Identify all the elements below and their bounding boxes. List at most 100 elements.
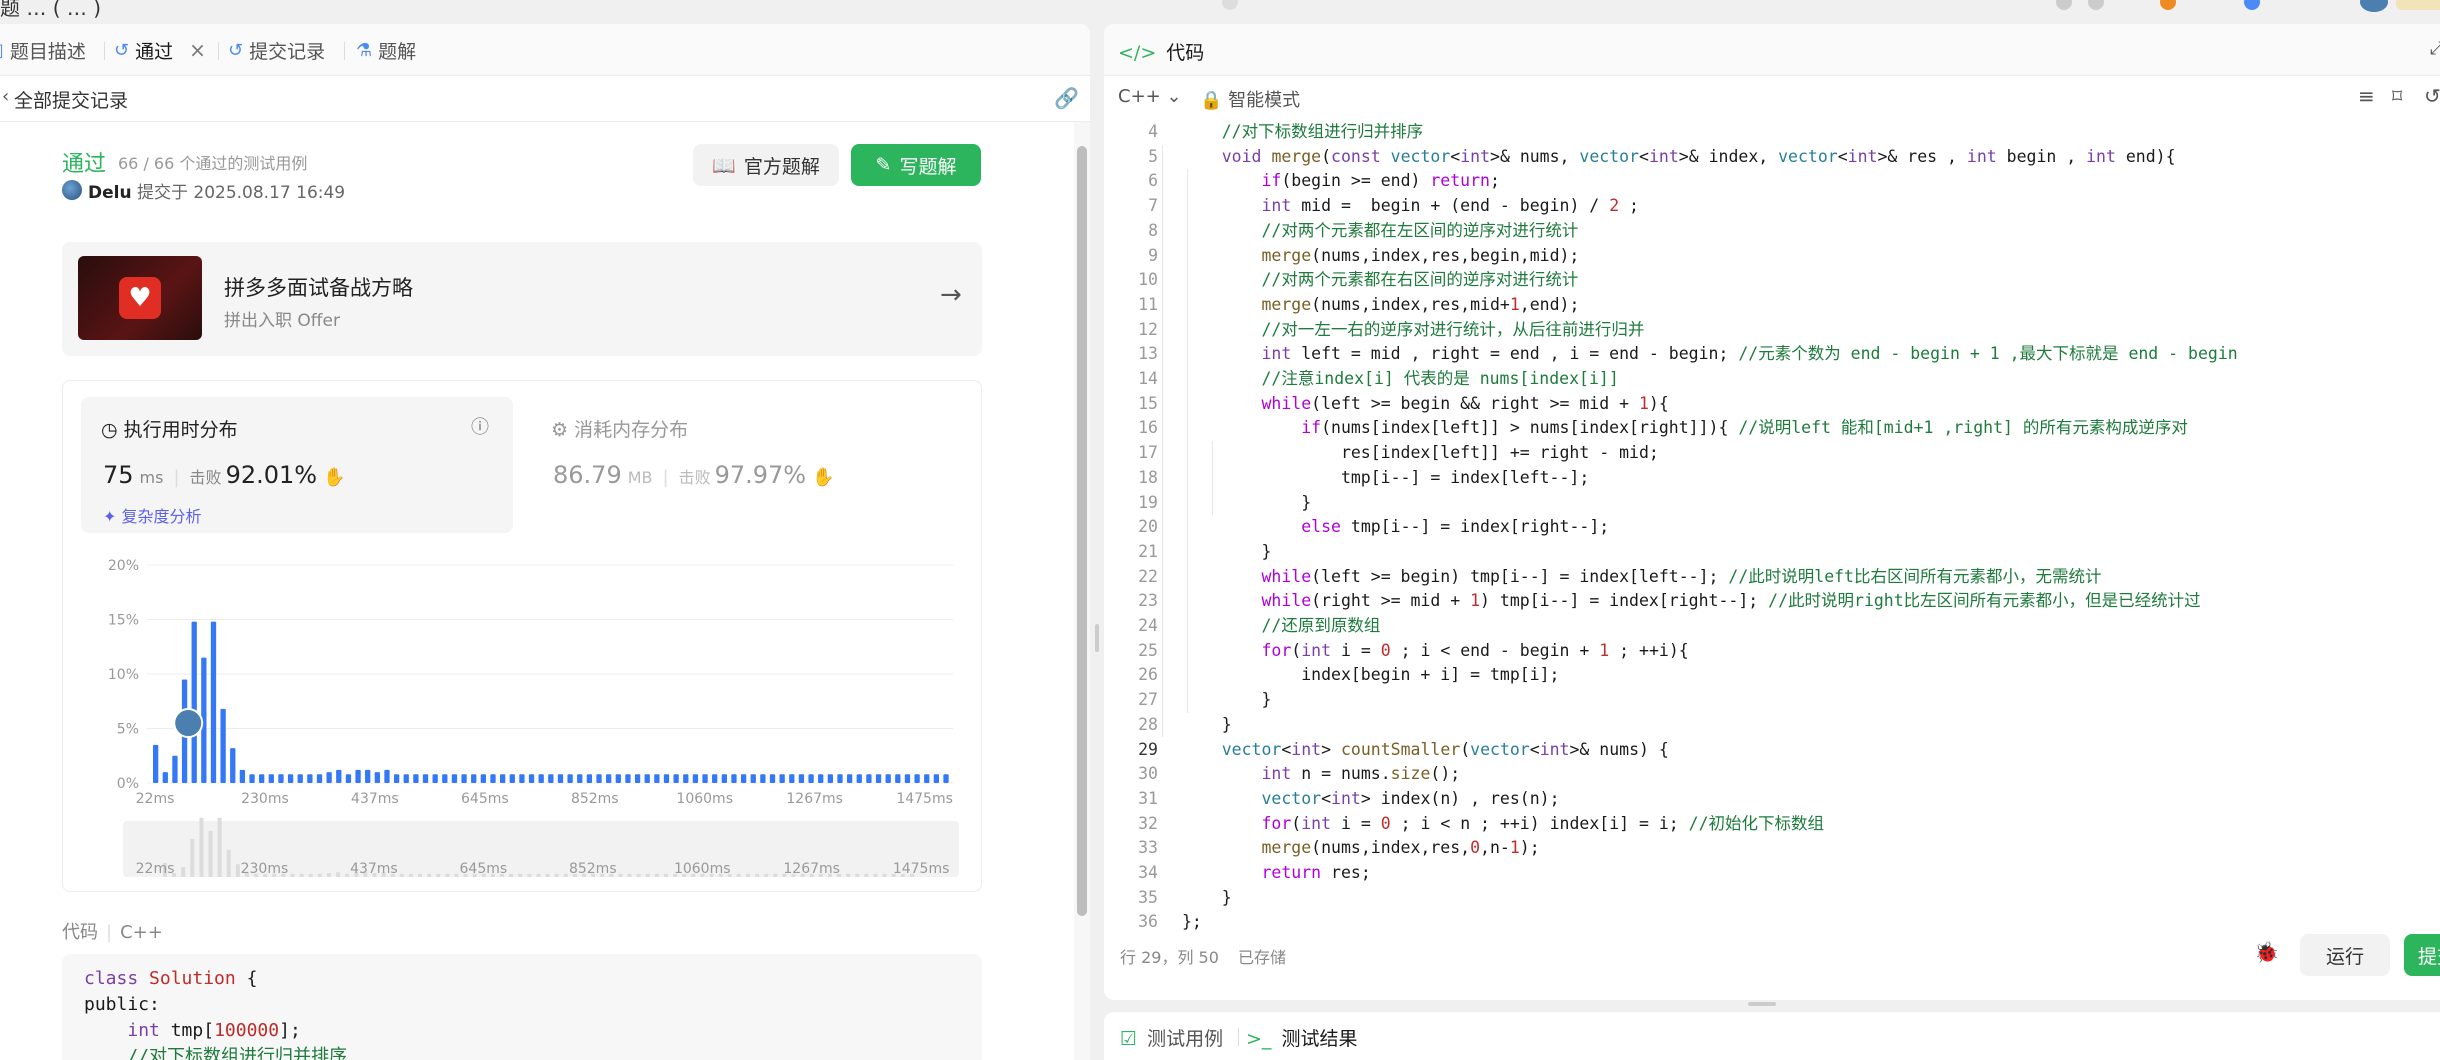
overview-bar bbox=[873, 873, 878, 877]
chart-bar bbox=[548, 774, 554, 783]
code-line[interactable]: while(right >= mid + 1) tmp[i--] = index… bbox=[1182, 589, 2200, 614]
code-line[interactable]: merge(nums,index,res,begin,mid); bbox=[1182, 244, 1579, 269]
tab-separator bbox=[344, 42, 345, 60]
tab-submissions[interactable]: ↺ 提交记录 bbox=[228, 36, 325, 64]
code-line[interactable]: while(left >= begin) tmp[i--] = index[le… bbox=[1182, 565, 2101, 590]
code-line[interactable]: merge(nums,index,res,0,n-1); bbox=[1182, 836, 1539, 861]
tab-description[interactable]: ▯ 题目描述 bbox=[0, 36, 86, 64]
chart-bar bbox=[663, 774, 670, 783]
arrow-right-icon: → bbox=[940, 280, 962, 310]
code-line[interactable]: if(begin >= end) return; bbox=[1182, 169, 1499, 194]
code-editor[interactable]: 4 //对下标数组进行归并排序 5 void merge(const vector… bbox=[1104, 120, 2440, 931]
maximize-icon[interactable]: ⤢ bbox=[2430, 38, 2440, 59]
code-line[interactable]: for(int i = 0 ; i < n ; ++i) index[i] = … bbox=[1182, 812, 1824, 837]
chart-bar bbox=[172, 755, 178, 783]
chevron-left-icon[interactable]: ‹ bbox=[2, 86, 9, 107]
run-button[interactable]: 运行 bbox=[2300, 934, 2390, 976]
overview-bar bbox=[317, 873, 322, 877]
language-select[interactable]: C++ ⌄ bbox=[1118, 86, 1182, 107]
avatar[interactable] bbox=[62, 180, 82, 200]
submit-button[interactable]: 提交 bbox=[2404, 934, 2440, 976]
pinduoduo-logo-icon: ♥ bbox=[119, 277, 161, 319]
code-line[interactable]: vector<int> countSmaller(vector<int>& nu… bbox=[1182, 738, 1669, 763]
line-number: 24 bbox=[1138, 616, 1158, 635]
settings-icon[interactable] bbox=[2088, 0, 2104, 10]
layout-icon[interactable] bbox=[2056, 0, 2072, 10]
resize-grip[interactable] bbox=[1748, 1002, 1776, 1006]
code-line[interactable]: //对下标数组进行归并排序 bbox=[1182, 120, 1423, 145]
promo-card[interactable]: ♥ 拼多多面试备战方略 拼出入职 Offer → bbox=[62, 242, 982, 356]
code-line[interactable]: if(nums[index[left]] > nums[index[right]… bbox=[1182, 416, 2188, 441]
runtime-beat-pct: 92.01% bbox=[225, 461, 318, 489]
tab-test-result[interactable]: >_ 测试结果 bbox=[1246, 1024, 1357, 1051]
write-solution-button[interactable]: ✎ 写题解 bbox=[851, 144, 981, 186]
code-line[interactable]: //还原到原数组 bbox=[1182, 614, 1380, 639]
runtime-card[interactable]: ◷ 执行用时分布 ⓘ 75 ms | 击败 92.01% ✋ ✦ 复杂度分析 bbox=[81, 397, 513, 533]
code-line[interactable]: //对一左一右的逆序对进行统计，从后往前进行归并 bbox=[1182, 318, 1644, 343]
reset-icon[interactable]: ↺ bbox=[2424, 84, 2440, 108]
code-line[interactable]: } bbox=[1182, 886, 1232, 911]
line-number: 16 bbox=[1138, 418, 1158, 438]
line-number: 14 bbox=[1138, 369, 1158, 388]
username[interactable]: Delu bbox=[88, 183, 132, 203]
editor-tab-bar: </> 代码 ⤢ bbox=[1104, 24, 2440, 76]
complexity-analysis-link[interactable]: ✦ 复杂度分析 bbox=[103, 503, 202, 527]
code-line[interactable]: for(int i = 0 ; i < end - begin + 1 ; ++… bbox=[1182, 639, 1688, 664]
code-line[interactable]: res[index[left]] += right - mid; bbox=[1182, 441, 1659, 466]
overview-bar bbox=[618, 873, 623, 877]
share-link-icon[interactable]: 🔗 bbox=[1054, 86, 1079, 110]
code-line[interactable]: index[begin + i] = tmp[i]; bbox=[1182, 663, 1559, 688]
panel-resizer[interactable] bbox=[1090, 24, 1104, 1060]
resize-grip[interactable] bbox=[1095, 624, 1099, 652]
code-line[interactable]: //注意index[i] 代表的是 nums[index[i]] bbox=[1182, 367, 1618, 392]
y-tick-label: 20% bbox=[108, 558, 139, 574]
overview-bar bbox=[454, 873, 459, 877]
format-icon[interactable]: ≡ bbox=[2358, 84, 2375, 108]
code-line[interactable]: int n = nums.size(); bbox=[1182, 762, 1460, 787]
code-line[interactable]: void merge(const vector<int>& nums, vect… bbox=[1182, 145, 2176, 170]
close-icon[interactable]: × bbox=[189, 38, 206, 62]
chart-bar bbox=[596, 774, 602, 783]
overview-tick-label: 1060ms bbox=[674, 861, 731, 877]
debug-icon[interactable]: 🐞 bbox=[2254, 940, 2279, 964]
overview-tick-label: 1475ms bbox=[893, 861, 950, 877]
code-line[interactable]: return res; bbox=[1182, 861, 1370, 886]
fire-icon[interactable] bbox=[2160, 0, 2176, 10]
code-line[interactable]: tmp[i--] = index[left--]; bbox=[1182, 466, 1589, 491]
notification-icon[interactable] bbox=[2244, 0, 2260, 10]
runtime-distribution-chart[interactable]: 0% 5% 10% 15% 20% 22ms 230ms 437ms 645ms 852ms 106… bbox=[63, 541, 981, 891]
official-solution-button[interactable]: 📖 官方题解 bbox=[693, 144, 839, 186]
code-line[interactable]: } bbox=[1182, 491, 1311, 516]
code-line[interactable]: } bbox=[1182, 540, 1271, 565]
tab-code[interactable]: </> 代码 bbox=[1118, 38, 1204, 65]
tab-testcase[interactable]: ☑ 测试用例 bbox=[1120, 1024, 1223, 1051]
code-line[interactable]: else tmp[i--] = index[right--]; bbox=[1182, 515, 1609, 540]
promo-subtitle: 拼出入职 Offer bbox=[224, 311, 340, 331]
smart-mode-toggle[interactable]: 🔒 智能模式 bbox=[1200, 86, 1300, 112]
left-scrollbar[interactable] bbox=[1074, 122, 1090, 1060]
code-line[interactable]: vector<int> index(n) , res(n); bbox=[1182, 787, 1559, 812]
cursor-position: 行 29，列 50 bbox=[1120, 948, 1219, 967]
code-line[interactable]: merge(nums,index,res,mid+1,end); bbox=[1182, 293, 1579, 318]
vip-badge[interactable] bbox=[2396, 0, 2440, 10]
code-line[interactable]: int mid = begin + (end - begin) / 2 ; bbox=[1182, 194, 1639, 219]
info-icon[interactable]: ⓘ bbox=[471, 413, 489, 439]
tab-solutions[interactable]: ⚗ 题解 bbox=[356, 36, 416, 64]
y-tick-label: 10% bbox=[108, 667, 139, 683]
code-line[interactable]: while(left >= begin && right >= mid + 1)… bbox=[1182, 392, 1668, 417]
top-breadcrumb[interactable]: 题 … ( … ) bbox=[0, 0, 101, 21]
tab-accepted[interactable]: ↺ 通过 × bbox=[114, 36, 206, 64]
code-line[interactable]: } bbox=[1182, 713, 1232, 738]
debug-icon[interactable] bbox=[1222, 0, 1238, 10]
code-line[interactable]: int left = mid , right = end , i = end -… bbox=[1182, 342, 2237, 367]
code-line[interactable]: //对两个元素都在左区间的逆序对进行统计 bbox=[1182, 219, 1578, 244]
line-number: 27 bbox=[1138, 690, 1158, 710]
bookmark-icon[interactable]: ⌑ bbox=[2392, 84, 2402, 108]
code-line[interactable]: //对两个元素都在右区间的逆序对进行统计 bbox=[1182, 268, 1578, 293]
overview-bar bbox=[545, 873, 550, 877]
scrollbar-thumb[interactable] bbox=[1077, 146, 1087, 916]
chart-bar bbox=[789, 774, 795, 783]
code-line[interactable]: } bbox=[1182, 688, 1271, 713]
all-submissions-link[interactable]: 全部提交记录 bbox=[14, 86, 128, 113]
avatar[interactable] bbox=[2360, 0, 2388, 12]
